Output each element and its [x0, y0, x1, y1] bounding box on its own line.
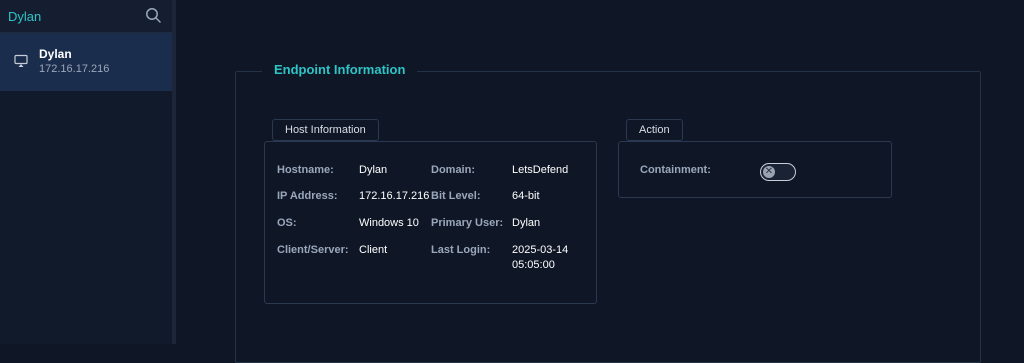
- last-login-label: Last Login:: [431, 244, 491, 256]
- host-information-tab: Host Information: [272, 119, 379, 141]
- domain-label: Domain:: [431, 164, 475, 176]
- sidebar: Dylan 172.16.17.216: [0, 0, 172, 344]
- host-ip: 172.16.17.216: [39, 63, 110, 75]
- host-name: Dylan: [39, 47, 72, 61]
- hostname-value: Dylan: [359, 164, 388, 176]
- bit-level-label: Bit Level:: [431, 190, 481, 202]
- search-icon[interactable]: [145, 7, 161, 23]
- os-value: Windows 10: [359, 217, 419, 229]
- close-icon: ✕: [763, 166, 775, 178]
- primary-user-label: Primary User:: [431, 217, 504, 229]
- endpoint-title: Endpoint Information: [262, 62, 418, 77]
- search-input[interactable]: [8, 6, 136, 26]
- os-label: OS:: [277, 217, 297, 229]
- search-box: [0, 0, 172, 33]
- client-server-label: Client/Server:: [277, 244, 349, 256]
- client-server-value: Client: [359, 244, 388, 256]
- action-tab: Action: [626, 119, 683, 141]
- ip-address-label: IP Address:: [277, 190, 338, 202]
- host-list-item[interactable]: Dylan 172.16.17.216: [0, 33, 172, 91]
- monitor-icon: [14, 54, 28, 67]
- last-login-date: 2025-03-14: [512, 244, 569, 256]
- sidebar-divider: [172, 0, 176, 344]
- domain-value: LetsDefend: [512, 164, 569, 176]
- containment-toggle[interactable]: ✕: [760, 163, 796, 181]
- ip-address-value: 172.16.17.216: [359, 190, 430, 202]
- last-login-time: 05:05:00: [512, 259, 555, 271]
- hostname-label: Hostname:: [277, 164, 334, 176]
- bit-level-value: 64-bit: [512, 190, 540, 202]
- primary-user-value: Dylan: [512, 217, 541, 229]
- containment-label: Containment:: [640, 164, 711, 176]
